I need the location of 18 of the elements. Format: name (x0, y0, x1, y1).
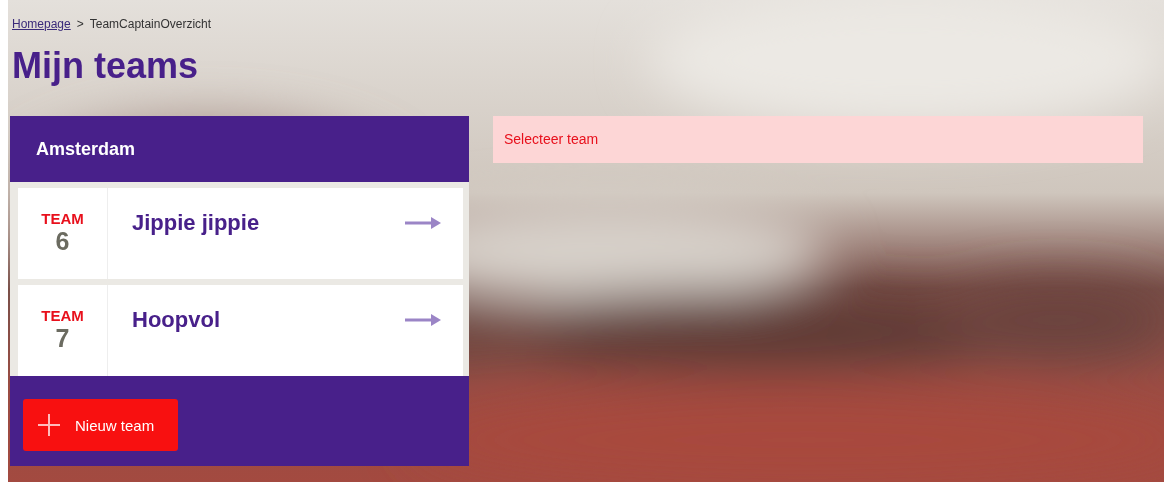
team-row[interactable]: TEAM 7 Hoopvol (18, 285, 463, 376)
team-label: TEAM (41, 308, 84, 324)
breadcrumb-current: TeamCaptainOverzicht (89, 17, 212, 31)
arrow-right-icon (405, 217, 441, 229)
breadcrumb-link[interactable]: Homepage (12, 17, 71, 31)
new-team-button[interactable]: Nieuw team (23, 399, 179, 451)
group-header: Amsterdam (35, 137, 137, 161)
alert-message: Selecteer team (493, 116, 1143, 163)
plus-icon (37, 413, 61, 437)
team-label: TEAM (41, 211, 84, 227)
team-name: Jippie jippie (131, 209, 261, 237)
page-title: Mijn teams (12, 44, 200, 88)
team-number: 7 (55, 324, 70, 352)
team-name: Hoopvol (131, 306, 221, 334)
team-row[interactable]: TEAM 6 Jippie jippie (18, 188, 463, 279)
team-number: 6 (55, 227, 70, 255)
arrow-right-icon (405, 314, 441, 326)
breadcrumb-separator: > (76, 17, 84, 31)
